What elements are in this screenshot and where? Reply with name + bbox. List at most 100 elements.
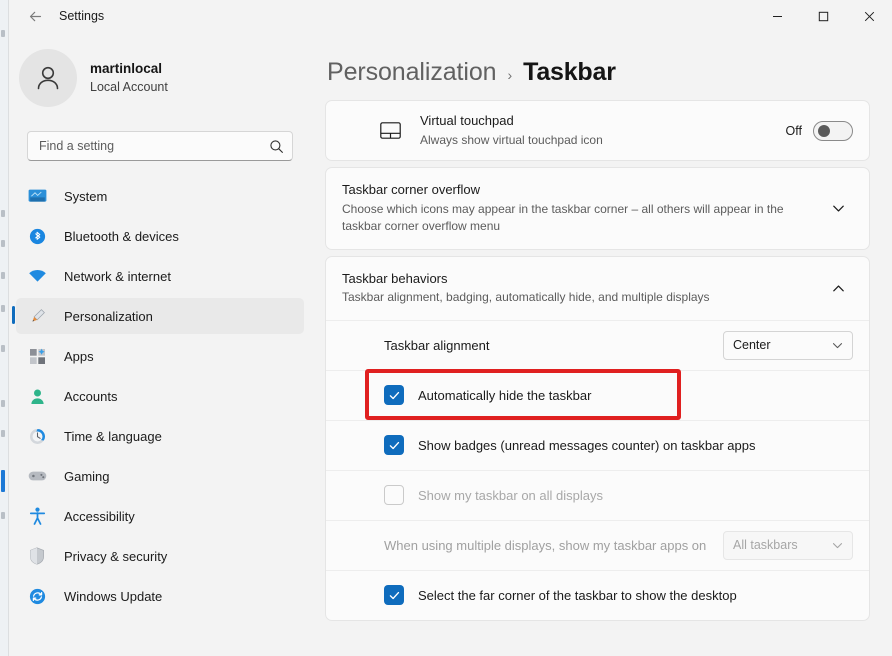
back-button[interactable] (18, 1, 52, 31)
taskbar-alignment-row: Taskbar alignment Center (326, 320, 869, 370)
taskbar-behaviors-card: Taskbar behaviors Taskbar alignment, bad… (325, 256, 870, 621)
sidebar-item-label: Apps (64, 349, 94, 364)
sidebar-item-label: Accounts (64, 389, 117, 404)
sidebar-item-label: Accessibility (64, 509, 135, 524)
search-input[interactable] (27, 131, 293, 161)
sidebar-item-label: Personalization (64, 309, 153, 324)
gamepad-icon (24, 466, 50, 486)
sidebar-item-label: Time & language (64, 429, 162, 444)
toggle-knob (818, 125, 830, 137)
settings-cards: Virtual touchpad Always show virtual tou… (325, 100, 870, 621)
sidebar-item-label: Privacy & security (64, 549, 167, 564)
apps-icon (24, 346, 50, 366)
bluetooth-icon (24, 226, 50, 246)
maximize-button[interactable] (800, 0, 846, 32)
main-content: Personalization › Taskbar Virtual touchp… (315, 32, 892, 656)
sidebar-item-accounts[interactable]: Accounts (16, 378, 304, 414)
show-taskbar-all-displays-checkbox (384, 485, 404, 505)
far-corner-show-desktop-row[interactable]: Select the far corner of the taskbar to … (326, 570, 869, 620)
behaviors-texts: Taskbar behaviors Taskbar alignment, bad… (342, 270, 813, 307)
person-icon (31, 61, 65, 95)
show-badges-label: Show badges (unread messages counter) on… (418, 438, 755, 453)
checkmark-icon (388, 439, 401, 452)
sidebar-item-label: Network & internet (64, 269, 171, 284)
accessibility-icon (24, 506, 50, 526)
show-taskbar-all-displays-row: Show my taskbar on all displays (326, 470, 869, 520)
multi-display-apps-value: All taskbars (733, 538, 832, 552)
close-button[interactable] (846, 0, 892, 32)
back-arrow-icon (27, 8, 44, 25)
sidebar-item-label: Gaming (64, 469, 110, 484)
system-icon (24, 186, 50, 206)
taskbar-behaviors-header[interactable]: Taskbar behaviors Taskbar alignment, bad… (326, 257, 869, 320)
minimize-button[interactable] (754, 0, 800, 32)
virtual-touchpad-row[interactable]: Virtual touchpad Always show virtual tou… (326, 101, 869, 160)
sidebar: martinlocal Local Account (9, 32, 315, 656)
avatar (19, 49, 77, 107)
search-button[interactable] (265, 135, 287, 157)
touchpad-icon (378, 119, 402, 143)
taskbar-corner-overflow-header[interactable]: Taskbar corner overflow Choose which ico… (326, 168, 869, 249)
background-window-sliver (0, 0, 9, 656)
sidebar-item-privacy-security[interactable]: Privacy & security (16, 538, 304, 574)
maximize-icon (818, 11, 829, 22)
breadcrumb-separator: › (507, 67, 512, 83)
search-icon (269, 139, 284, 154)
sidebar-item-system[interactable]: System (16, 178, 304, 214)
close-icon (864, 11, 875, 22)
virtual-touchpad-card: Virtual touchpad Always show virtual tou… (325, 100, 870, 161)
taskbar-alignment-value: Center (733, 338, 832, 352)
account-icon (24, 386, 50, 406)
update-icon (24, 586, 50, 606)
corner-overflow-title: Taskbar corner overflow (342, 181, 813, 200)
behaviors-subtitle: Taskbar alignment, badging, automaticall… (342, 289, 813, 306)
sidebar-item-personalization[interactable]: Personalization (16, 298, 304, 334)
corner-overflow-subtitle: Choose which icons may appear in the tas… (342, 201, 813, 236)
show-badges-row[interactable]: Show badges (unread messages counter) on… (326, 420, 869, 470)
taskbar-alignment-dropdown[interactable]: Center (723, 331, 853, 360)
show-taskbar-all-displays-label: Show my taskbar on all displays (418, 488, 603, 503)
sidebar-item-gaming[interactable]: Gaming (16, 458, 304, 494)
far-corner-show-desktop-label: Select the far corner of the taskbar to … (418, 588, 737, 603)
auto-hide-taskbar-label: Automatically hide the taskbar (418, 388, 591, 403)
virtual-touchpad-texts: Virtual touchpad Always show virtual tou… (420, 103, 772, 158)
wifi-icon (24, 266, 50, 286)
chevron-down-icon[interactable] (823, 193, 853, 223)
account-text: martinlocal Local Account (90, 60, 168, 95)
sidebar-item-time-language[interactable]: Time & language (16, 418, 304, 454)
sidebar-item-label: Bluetooth & devices (64, 229, 179, 244)
sidebar-item-windows-update[interactable]: Windows Update (16, 578, 304, 614)
sidebar-item-label: System (64, 189, 107, 204)
sidebar-item-apps[interactable]: Apps (16, 338, 304, 374)
chevron-down-icon (832, 340, 843, 351)
sidebar-item-label: Windows Update (64, 589, 162, 604)
settings-window: Settings (0, 0, 892, 656)
minimize-icon (772, 11, 783, 22)
search-box[interactable] (27, 131, 293, 161)
auto-hide-taskbar-checkbox[interactable] (384, 385, 404, 405)
corner-overflow-texts: Taskbar corner overflow Choose which ico… (342, 181, 813, 236)
taskbar-corner-overflow-card: Taskbar corner overflow Choose which ico… (325, 167, 870, 250)
account-type: Local Account (90, 79, 168, 96)
virtual-touchpad-toggle[interactable] (813, 121, 853, 141)
sidebar-item-accessibility[interactable]: Accessibility (16, 498, 304, 534)
account-name: martinlocal (90, 60, 168, 78)
virtual-touchpad-control: Off (786, 121, 853, 141)
multi-display-apps-label: When using multiple displays, show my ta… (384, 538, 723, 553)
auto-hide-taskbar-row[interactable]: Automatically hide the taskbar (326, 370, 869, 420)
checkmark-icon (388, 389, 401, 402)
breadcrumb-parent[interactable]: Personalization (327, 58, 496, 87)
taskbar-alignment-label: Taskbar alignment (384, 338, 723, 353)
multi-display-apps-dropdown: All taskbars (723, 531, 853, 560)
account-block[interactable]: martinlocal Local Account (19, 49, 315, 107)
chevron-up-icon[interactable] (823, 273, 853, 303)
sidebar-item-bluetooth-devices[interactable]: Bluetooth & devices (16, 218, 304, 254)
chevron-down-icon (832, 540, 843, 551)
virtual-touchpad-title: Virtual touchpad (420, 112, 772, 131)
show-badges-checkbox[interactable] (384, 435, 404, 455)
title-bar: Settings (9, 0, 892, 32)
sidebar-item-network-internet[interactable]: Network & internet (16, 258, 304, 294)
clock-icon (24, 426, 50, 446)
paintbrush-icon (24, 306, 50, 326)
far-corner-show-desktop-checkbox[interactable] (384, 585, 404, 605)
